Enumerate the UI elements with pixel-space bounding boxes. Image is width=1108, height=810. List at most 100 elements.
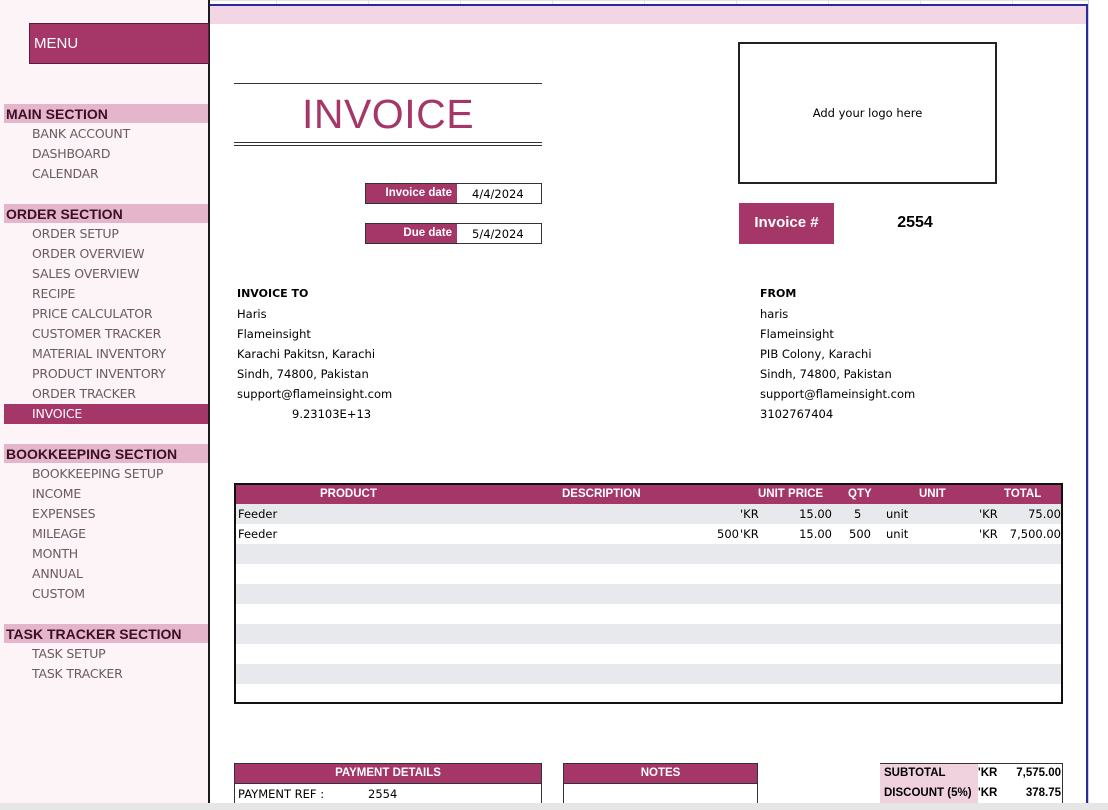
menu-button[interactable]: MENU xyxy=(29,23,209,64)
table-row[interactable] xyxy=(236,584,1061,604)
from-street[interactable]: PIB Colony, Karachi xyxy=(760,347,872,361)
sidebar-item-income[interactable]: INCOME xyxy=(4,484,208,504)
col-header-unit-price: UNIT PRICE xyxy=(758,488,824,500)
subtotal-row: SUBTOTAL 'KR 7,575.00 xyxy=(880,764,1062,784)
sidebar-item-customer-tracker[interactable]: CUSTOMER TRACKER xyxy=(4,324,208,344)
table-row[interactable] xyxy=(236,664,1061,684)
subtotal-currency: 'KR xyxy=(978,767,998,779)
payment-details-box: PAYMENT REF : 2554 xyxy=(234,784,542,804)
from-company[interactable]: Flameinsight xyxy=(760,327,834,341)
sidebar-item-annual[interactable]: ANNUAL xyxy=(4,564,208,584)
cell-description: 500 xyxy=(717,527,739,541)
bill-to-street[interactable]: Karachi Pakitsn, Karachi xyxy=(237,347,375,361)
col-header-qty: QTY xyxy=(848,488,872,500)
sidebar-item-expenses[interactable]: EXPENSES xyxy=(4,504,208,524)
cell-unit: unit xyxy=(886,527,909,541)
invoice-date-label: Invoice date xyxy=(366,184,457,203)
bill-to-name[interactable]: Haris xyxy=(237,307,267,321)
sidebar-item-month[interactable]: MONTH xyxy=(4,544,208,564)
cell-unit-price: 15.00 xyxy=(799,507,832,521)
section-header-bookkeeping: BOOKKEEPING SECTION xyxy=(4,444,208,463)
sidebar-item-product-inventory[interactable]: PRODUCT INVENTORY xyxy=(4,364,208,384)
subtotal-value: 7,575.00 xyxy=(1016,767,1061,779)
col-header-unit: UNIT xyxy=(919,488,946,500)
sidebar-item-recipe[interactable]: RECIPE xyxy=(4,284,208,304)
invoice-date-field[interactable]: 4/4/2024 xyxy=(457,184,541,203)
section-header-task-tracker: TASK TRACKER SECTION xyxy=(4,624,208,643)
horizontal-scrollbar[interactable] xyxy=(0,803,1108,810)
sidebar-item-order-setup[interactable]: ORDER SETUP xyxy=(4,224,208,244)
sidebar-item-sales-overview[interactable]: SALES OVERVIEW xyxy=(4,264,208,284)
cell-currency: 'KR xyxy=(740,507,759,521)
payment-ref-label: PAYMENT REF : xyxy=(238,787,325,801)
bill-to-email[interactable]: support@flameinsight.com xyxy=(237,387,392,401)
cell-total: 75.00 xyxy=(1028,507,1061,521)
logo-placeholder-text: Add your logo here xyxy=(812,106,923,120)
cell-unit-price: 15.00 xyxy=(799,527,832,541)
table-row[interactable] xyxy=(236,564,1061,584)
section-header-order: ORDER SECTION xyxy=(4,204,208,223)
sidebar-item-order-overview[interactable]: ORDER OVERVIEW xyxy=(4,244,208,264)
sidebar-item-bookkeeping-setup[interactable]: BOOKKEEPING SETUP xyxy=(4,464,208,484)
cell-total-currency: 'KR xyxy=(979,527,998,541)
cell-qty: 5 xyxy=(854,507,862,521)
invoice-date-row: Invoice date 4/4/2024 xyxy=(365,183,542,204)
due-date-row: Due date 5/4/2024 xyxy=(365,223,542,244)
cell-product: Feeder xyxy=(238,507,278,521)
notes-header: NOTES xyxy=(563,763,758,784)
payment-ref-value[interactable]: 2554 xyxy=(368,787,397,801)
sidebar-item-invoice[interactable]: INVOICE xyxy=(4,404,208,424)
sidebar-item-calendar[interactable]: CALENDAR xyxy=(4,164,208,184)
table-row[interactable]: Feeder 'KR 15.00 5 unit 'KR 75.00 xyxy=(236,504,1061,524)
cell-qty: 500 xyxy=(849,527,871,541)
sidebar-item-mileage[interactable]: MILEAGE xyxy=(4,524,208,544)
cell-currency: 'KR xyxy=(740,527,759,541)
bill-to-phone[interactable]: 9.23103E+13 xyxy=(292,407,371,421)
items-table-header: PRODUCT DESCRIPTION UNIT PRICE QTY UNIT … xyxy=(236,485,1061,504)
notes-field[interactable] xyxy=(563,784,758,804)
table-row[interactable] xyxy=(236,644,1061,664)
header-strip xyxy=(210,6,1087,24)
from-email[interactable]: support@flameinsight.com xyxy=(760,387,915,401)
discount-currency: 'KR xyxy=(978,787,998,799)
table-row[interactable] xyxy=(236,624,1061,644)
discount-value: 378.75 xyxy=(1025,787,1061,799)
title-rule-bottom-1 xyxy=(234,142,542,143)
from-region[interactable]: Sindh, 74800, Pakistan xyxy=(760,367,892,381)
table-row[interactable] xyxy=(236,684,1061,704)
sidebar-item-material-inventory[interactable]: MATERIAL INVENTORY xyxy=(4,344,208,364)
discount-label: DISCOUNT (5%) xyxy=(880,784,978,804)
sheet-margin xyxy=(1088,0,1108,810)
page-title: INVOICE xyxy=(301,91,475,137)
discount-row: DISCOUNT (5%) 'KR 378.75 xyxy=(880,784,1062,804)
col-header-total: TOTAL xyxy=(1004,488,1042,500)
invoice-number-field[interactable]: 2554 xyxy=(860,214,970,232)
due-date-label: Due date xyxy=(366,224,457,243)
sidebar-item-task-setup[interactable]: TASK SETUP xyxy=(4,644,208,664)
cell-product: Feeder xyxy=(238,527,278,541)
invoice-number-label: Invoice # xyxy=(739,203,834,244)
from-phone[interactable]: 3102767404 xyxy=(760,407,833,421)
col-header-description: DESCRIPTION xyxy=(562,488,641,500)
logo-placeholder[interactable]: Add your logo here xyxy=(738,42,997,184)
table-row[interactable] xyxy=(236,604,1061,624)
bill-to-region[interactable]: Sindh, 74800, Pakistan xyxy=(237,367,369,381)
table-row[interactable]: Feeder 500 'KR 15.00 500 unit 'KR 7,500.… xyxy=(236,524,1061,544)
cell-total: 7,500.00 xyxy=(1009,527,1061,541)
sidebar-item-price-calculator[interactable]: PRICE CALCULATOR xyxy=(4,304,208,324)
title-rule-top xyxy=(234,83,542,84)
payment-details-header: PAYMENT DETAILS xyxy=(234,763,542,784)
title-rule-bottom-2 xyxy=(234,145,542,146)
section-header-main: MAIN SECTION xyxy=(4,104,208,123)
due-date-field[interactable]: 5/4/2024 xyxy=(457,224,541,243)
bill-to-company[interactable]: Flameinsight xyxy=(237,327,311,341)
sidebar-item-dashboard[interactable]: DASHBOARD xyxy=(4,144,208,164)
cell-total-currency: 'KR xyxy=(979,507,998,521)
from-name[interactable]: haris xyxy=(760,307,788,321)
table-row[interactable] xyxy=(236,544,1061,564)
sidebar-item-order-tracker[interactable]: ORDER TRACKER xyxy=(4,384,208,404)
sidebar-item-custom[interactable]: CUSTOM xyxy=(4,584,208,604)
cell-unit: unit xyxy=(886,507,909,521)
sidebar-item-task-tracker[interactable]: TASK TRACKER xyxy=(4,664,208,684)
sidebar-item-bank-account[interactable]: BANK ACCOUNT xyxy=(4,124,208,144)
